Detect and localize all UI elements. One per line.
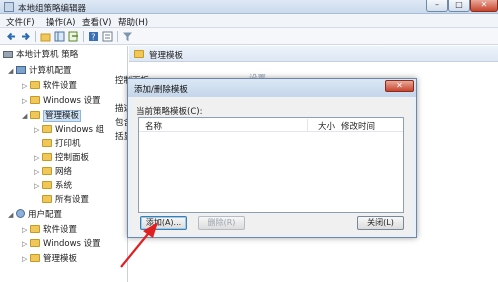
folder-icon <box>30 111 40 119</box>
folder-icon <box>30 239 40 247</box>
tree-root[interactable]: 本地计算机 策略 <box>3 49 78 62</box>
tree-c-system[interactable]: ▷ 系统 <box>34 180 72 193</box>
toolbar-separator <box>35 31 36 42</box>
menu-action[interactable]: 操作(A) <box>46 16 75 28</box>
expand-arrow-icon[interactable]: ◢ <box>8 65 16 78</box>
maximize-button[interactable]: □ <box>448 0 470 12</box>
dialog-close-icon[interactable]: ✕ <box>385 80 414 92</box>
collapse-arrow-icon[interactable]: ▷ <box>22 238 30 251</box>
tree-c-admin-windows[interactable]: ▷ Windows 组 <box>34 124 104 137</box>
menu-bar: 文件(F) 操作(A) 查看(V) 帮助(H) <box>0 14 498 28</box>
show-hide-tree-icon[interactable] <box>54 31 65 42</box>
menu-help[interactable]: 帮助(H) <box>118 16 148 28</box>
details-title: 管理模板 <box>149 51 184 61</box>
column-separator <box>307 119 308 131</box>
menu-view[interactable]: 查看(V) <box>82 16 111 28</box>
folder-icon <box>42 167 52 175</box>
details-header: 管理模板 <box>129 46 498 62</box>
templates-list[interactable]: 名称 大小 修改时间 <box>138 117 404 213</box>
export-icon[interactable] <box>68 31 79 42</box>
back-arrow-icon[interactable] <box>6 31 17 42</box>
svg-text:?: ? <box>91 33 95 42</box>
toolbar-separator <box>83 31 84 42</box>
filter-icon[interactable] <box>122 31 133 42</box>
collapse-arrow-icon[interactable]: ▷ <box>34 180 42 193</box>
folder-icon <box>42 195 52 203</box>
column-size[interactable]: 大小 <box>318 120 335 132</box>
tree-c-admin[interactable]: ◢ 管理模板 <box>22 110 82 123</box>
remove-button[interactable]: 删除(R) <box>198 216 245 230</box>
collapse-arrow-icon[interactable]: ▷ <box>34 152 42 165</box>
title-bar: 本地组策略编辑器 – □ ✕ <box>0 0 498 14</box>
folder-icon <box>30 81 40 89</box>
properties-icon[interactable] <box>102 31 113 42</box>
dialog-title-bar: 添加/删除模板 ✕ <box>128 79 416 97</box>
column-modified[interactable]: 修改时间 <box>341 120 375 132</box>
folder-icon <box>30 225 40 233</box>
expand-arrow-icon[interactable]: ◢ <box>22 110 30 123</box>
folder-icon <box>42 153 52 161</box>
app-icon <box>4 2 14 12</box>
tree-u-admin[interactable]: ▷ 管理模板 <box>22 253 77 266</box>
current-templates-label: 当前策略模板(C): <box>136 107 203 117</box>
tree-c-control-panel[interactable]: ▷ 控制面板 <box>34 152 89 165</box>
collapse-arrow-icon[interactable]: ▷ <box>22 224 30 237</box>
folder-icon <box>134 50 144 58</box>
collapse-arrow-icon[interactable]: ▷ <box>22 80 30 93</box>
tree-u-software[interactable]: ▷ 软件设置 <box>22 224 77 237</box>
tree-computer-config[interactable]: ◢ 计算机配置 <box>8 65 72 78</box>
tree-c-printer[interactable]: 打印机 <box>42 138 81 151</box>
folder-icon <box>42 125 52 133</box>
help-icon[interactable]: ? <box>88 31 99 42</box>
toolbar-separator <box>117 31 118 42</box>
add-button[interactable]: 添加(A)... <box>140 216 187 230</box>
tree-c-all-settings[interactable]: 所有设置 <box>42 194 89 207</box>
menu-file[interactable]: 文件(F) <box>6 16 35 28</box>
folder-icon <box>30 96 40 104</box>
folder-icon <box>42 181 52 189</box>
toolbar: ? <box>0 28 498 45</box>
expand-arrow-icon[interactable]: ◢ <box>8 209 16 222</box>
policy-doc-icon <box>3 51 13 58</box>
add-remove-templates-dialog: 添加/删除模板 ✕ 当前策略模板(C): 名称 大小 修改时间 添加(A)...… <box>127 78 417 238</box>
close-window-button[interactable]: ✕ <box>470 0 498 12</box>
tree-c-network[interactable]: ▷ 网络 <box>34 166 72 179</box>
folder-icon <box>42 139 52 147</box>
column-name[interactable]: 名称 <box>145 120 162 132</box>
collapse-arrow-icon[interactable]: ▷ <box>22 95 30 108</box>
dialog-title: 添加/删除模板 <box>134 85 188 95</box>
tree-c-windows[interactable]: ▷ Windows 设置 <box>22 95 101 108</box>
collapse-arrow-icon[interactable]: ▷ <box>34 166 42 179</box>
list-header: 名称 大小 修改时间 <box>139 118 403 132</box>
collapse-arrow-icon[interactable]: ▷ <box>22 253 30 266</box>
collapse-arrow-icon[interactable]: ▷ <box>34 124 42 137</box>
minimize-button[interactable]: – <box>426 0 448 12</box>
folder-icon <box>30 254 40 262</box>
up-folder-icon[interactable] <box>40 31 51 42</box>
tree-user-config[interactable]: ◢ 用户配置 <box>8 209 62 222</box>
computer-icon <box>16 66 26 74</box>
forward-arrow-icon[interactable] <box>20 31 31 42</box>
close-button[interactable]: 关闭(L) <box>357 216 404 230</box>
tree-u-windows[interactable]: ▷ Windows 设置 <box>22 238 101 251</box>
tree-c-software[interactable]: ▷ 软件设置 <box>22 80 77 93</box>
window-title: 本地组策略编辑器 <box>18 4 87 14</box>
policy-tree: 本地计算机 策略 ◢ 计算机配置 ▷ 软件设置 ▷ Windows 设置 ◢ 管理模板 … <box>0 46 128 282</box>
user-icon <box>16 209 25 218</box>
